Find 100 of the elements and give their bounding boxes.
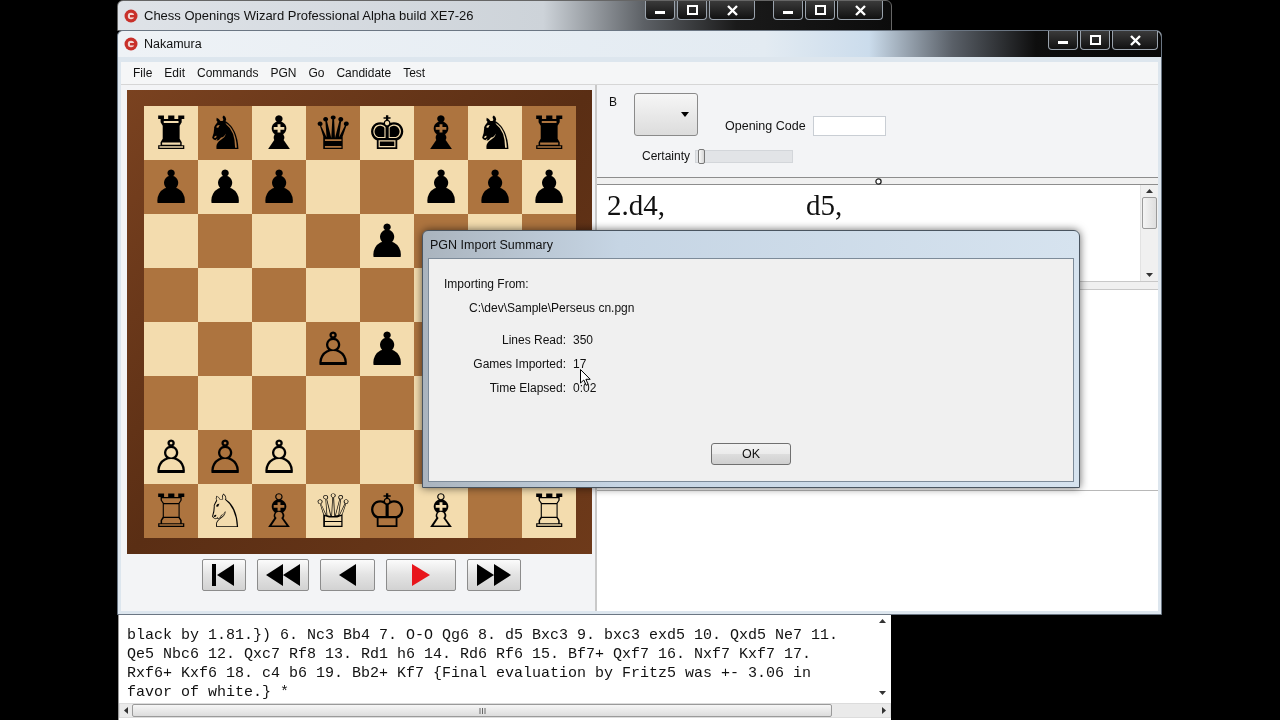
board-square[interactable]: ♟ [522,160,576,214]
ok-button[interactable]: OK [711,443,791,465]
board-square[interactable]: ♟ [414,160,468,214]
board-square[interactable]: ♟ [144,160,198,214]
chess-piece[interactable]: ♙ [150,432,192,482]
chess-piece[interactable]: ♙ [204,432,246,482]
board-square[interactable]: ♜ [144,106,198,160]
scroll-down-icon [1146,273,1153,277]
chess-piece[interactable]: ♖ [528,486,570,536]
menu-item[interactable]: Test [396,66,431,80]
side-dropdown[interactable] [634,93,698,136]
board-square[interactable]: ♕ [306,484,360,538]
slider-thumb[interactable] [697,148,705,164]
scroll-left-icon [124,707,128,714]
board-square[interactable]: ♚ [360,106,414,160]
board-square[interactable]: ♛ [306,106,360,160]
step-back-button[interactable] [319,559,375,591]
minimize-button[interactable] [773,1,803,20]
vertical-scrollbar[interactable] [1140,185,1158,281]
minimize-button[interactable] [645,1,675,20]
board-square[interactable]: ♗ [414,484,468,538]
board-square[interactable]: ♙ [198,430,252,484]
chess-piece[interactable]: ♟ [474,162,516,212]
chess-piece[interactable]: ♔ [366,486,408,536]
chess-piece[interactable]: ♜ [528,108,570,158]
slider-label: Certainty [642,149,691,163]
scroll-right-icon [882,707,886,714]
play-icon [411,564,430,586]
chess-piece[interactable]: ♕ [312,486,354,536]
close-icon [1129,34,1141,46]
board-square[interactable]: ♟ [360,214,414,268]
board-square[interactable]: ♙ [252,430,306,484]
minimize-button[interactable] [1048,31,1078,50]
board-square[interactable]: ♟ [360,322,414,376]
move-text[interactable]: d5, [806,189,1140,222]
chess-piece[interactable]: ♘ [204,486,246,536]
chess-piece[interactable]: ♞ [204,108,246,158]
chess-piece[interactable]: ♞ [474,108,516,158]
board-square[interactable]: ♞ [468,106,522,160]
board-square[interactable]: ♖ [144,484,198,538]
board-square[interactable]: ♘ [198,484,252,538]
go-first-button[interactable] [201,559,246,591]
move-text[interactable]: 2.d4, [607,189,806,222]
menu-item[interactable]: Edit [157,66,191,80]
close-button[interactable] [1112,31,1158,50]
scroll-up-icon [1146,189,1153,193]
chess-piece[interactable]: ♟ [258,162,300,212]
caret-icon [681,112,689,117]
board-square[interactable]: ♟ [252,160,306,214]
chess-piece[interactable]: ♚ [366,108,408,158]
minimize-icon [1058,41,1068,44]
scrollbar-thumb[interactable] [132,704,832,717]
maximize-button[interactable] [1080,31,1110,50]
chess-piece[interactable]: ♟ [528,162,570,212]
scrollbar-thumb[interactable] [1142,197,1157,229]
certainty-slider[interactable] [695,149,794,163]
board-square[interactable]: ♙ [306,322,360,376]
rewind-icon [265,564,300,586]
chess-piece[interactable]: ♙ [312,324,354,374]
rewind-button[interactable] [256,559,309,591]
menu-item[interactable]: Candidate [329,66,397,80]
board-square[interactable]: ♞ [198,106,252,160]
play-button[interactable] [385,559,456,591]
board-square[interactable]: ♝ [414,106,468,160]
chess-piece[interactable]: ♗ [420,486,462,536]
field-label: Opening Code [725,119,806,133]
menu-item[interactable]: File [126,66,158,80]
skip-start-icon [211,564,236,586]
menu-item[interactable]: Go [301,66,330,80]
fast-forward-button[interactable] [466,559,521,591]
menu-item[interactable]: Commands [190,66,264,80]
side-label: B [609,95,617,109]
chess-piece[interactable]: ♝ [420,108,462,158]
opening-code-field[interactable] [812,116,886,136]
board-square[interactable]: ♜ [522,106,576,160]
chess-piece[interactable]: ♟ [420,162,462,212]
chess-piece[interactable]: ♟ [366,216,408,266]
board-square[interactable]: ♔ [360,484,414,538]
menu-item[interactable]: PGN [263,66,302,80]
chess-piece[interactable]: ♖ [150,486,192,536]
maximize-button[interactable] [677,1,707,20]
board-square[interactable]: ♟ [198,160,252,214]
chess-piece[interactable]: ♛ [312,108,354,158]
chess-piece[interactable]: ♟ [204,162,246,212]
chess-piece[interactable]: ♟ [150,162,192,212]
board-square[interactable]: ♙ [144,430,198,484]
chess-piece[interactable]: ♙ [258,432,300,482]
close-button[interactable] [709,1,755,20]
chess-piece[interactable]: ♜ [150,108,192,158]
board-square[interactable]: ♗ [252,484,306,538]
board-square[interactable]: ♝ [252,106,306,160]
splitter[interactable] [597,177,1158,185]
chess-piece[interactable]: ♝ [258,108,300,158]
board-square[interactable]: ♟ [468,160,522,214]
maximize-button[interactable] [805,1,835,20]
close-button[interactable] [837,1,883,20]
chess-piece[interactable]: ♗ [258,486,300,536]
horizontal-scrollbar[interactable] [119,703,891,718]
window-title: Nakamura [144,37,203,51]
chess-piece[interactable]: ♟ [366,324,408,374]
